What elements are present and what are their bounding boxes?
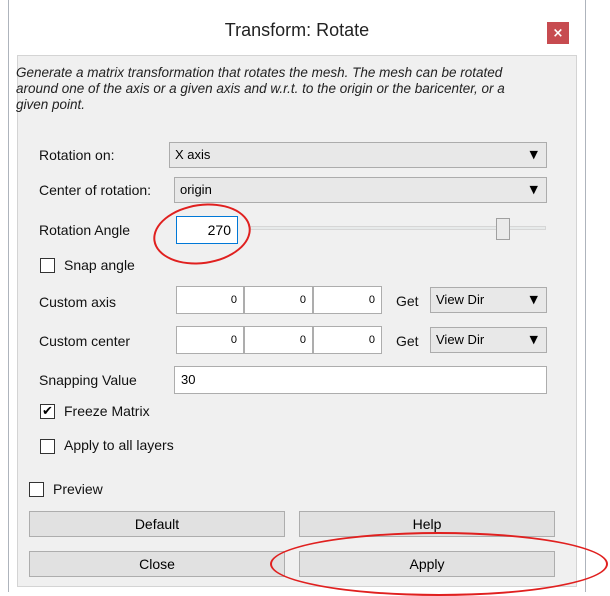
custom-axis-z-input[interactable]: 0 xyxy=(313,286,382,314)
default-button[interactable]: Default xyxy=(29,511,285,537)
title-bar[interactable]: Transform: Rotate × xyxy=(9,0,585,55)
chevron-down-icon: ▼ xyxy=(529,183,538,196)
rotation-angle-label: Rotation Angle xyxy=(39,222,131,238)
preview-checkbox[interactable] xyxy=(29,482,44,497)
freeze-matrix-label: Freeze Matrix xyxy=(64,403,150,419)
custom-axis-dir-dropdown[interactable]: View Dir ▼ xyxy=(430,287,547,313)
center-of-rotation-value: origin xyxy=(180,182,212,197)
custom-axis-x-input[interactable]: 0 xyxy=(176,286,244,314)
custom-center-dir-dropdown[interactable]: View Dir ▼ xyxy=(430,327,547,353)
rotation-on-value: X axis xyxy=(175,147,211,162)
apply-to-all-layers-checkbox[interactable] xyxy=(40,439,55,454)
center-of-rotation-label: Center of rotation: xyxy=(39,182,152,198)
description-text: Generate a matrix transformation that ro… xyxy=(16,65,505,112)
freeze-matrix-checkbox[interactable]: ✔ xyxy=(40,404,55,419)
custom-axis-label: Custom axis xyxy=(39,294,117,310)
snapping-value-label: Snapping Value xyxy=(39,372,137,388)
snap-angle-label: Snap angle xyxy=(64,257,135,273)
chevron-down-icon: ▼ xyxy=(529,148,538,161)
rotation-angle-input[interactable]: 270 xyxy=(176,216,238,244)
apply-to-all-layers-label: Apply to all layers xyxy=(64,437,174,453)
custom-center-get-label: Get xyxy=(396,333,419,349)
custom-axis-dir-value: View Dir xyxy=(436,292,485,307)
custom-center-x-input[interactable]: 0 xyxy=(176,326,244,354)
snapping-value-input[interactable]: 30 xyxy=(174,366,547,394)
window-close-button[interactable]: × xyxy=(547,22,569,44)
custom-center-z-input[interactable]: 0 xyxy=(313,326,382,354)
center-of-rotation-dropdown[interactable]: origin ▼ xyxy=(174,177,547,203)
custom-axis-get-label: Get xyxy=(396,293,419,309)
snap-angle-checkbox[interactable] xyxy=(40,258,55,273)
chevron-down-icon: ▼ xyxy=(529,333,538,346)
window-title: Transform: Rotate xyxy=(224,20,370,40)
custom-center-y-input[interactable]: 0 xyxy=(244,326,313,354)
rotation-on-label: Rotation on: xyxy=(39,147,115,163)
chevron-down-icon: ▼ xyxy=(529,293,538,306)
rotation-on-dropdown[interactable]: X axis ▼ xyxy=(169,142,547,168)
custom-center-label: Custom center xyxy=(39,333,131,349)
rotation-angle-slider-thumb[interactable] xyxy=(496,218,510,240)
custom-center-dir-value: View Dir xyxy=(436,332,485,347)
dialog-body xyxy=(17,55,577,587)
apply-button[interactable]: Apply xyxy=(299,551,555,577)
help-button[interactable]: Help xyxy=(299,511,555,537)
preview-label: Preview xyxy=(53,481,103,497)
custom-axis-y-input[interactable]: 0 xyxy=(244,286,313,314)
close-button[interactable]: Close xyxy=(29,551,285,577)
